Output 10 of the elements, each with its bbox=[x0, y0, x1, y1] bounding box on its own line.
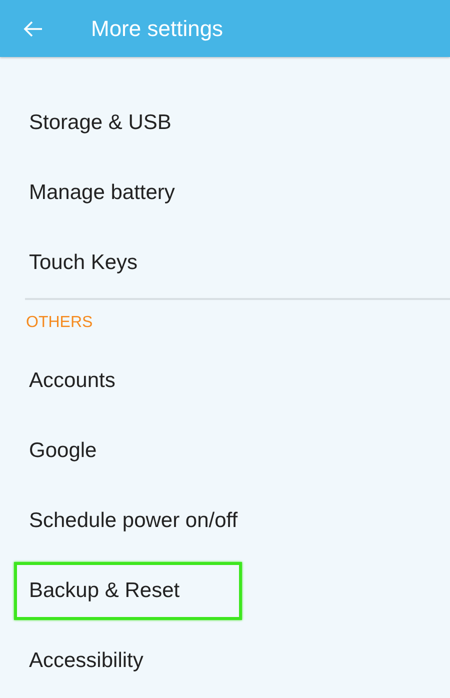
settings-item[interactable]: Accessibility bbox=[14, 632, 158, 690]
settings-item[interactable]: Backup & Reset bbox=[14, 562, 242, 620]
settings-item[interactable]: Storage & USB bbox=[14, 94, 186, 152]
settings-item[interactable]: Manage battery bbox=[14, 164, 190, 222]
settings-item[interactable]: Accounts bbox=[14, 352, 130, 410]
settings-item[interactable]: Schedule power on/off bbox=[14, 492, 253, 550]
section-header: OTHERS bbox=[25, 313, 94, 333]
app-bar-title: More settings bbox=[91, 16, 224, 42]
settings-item[interactable]: Touch Keys bbox=[14, 234, 153, 292]
settings-item[interactable]: Google bbox=[14, 422, 112, 480]
